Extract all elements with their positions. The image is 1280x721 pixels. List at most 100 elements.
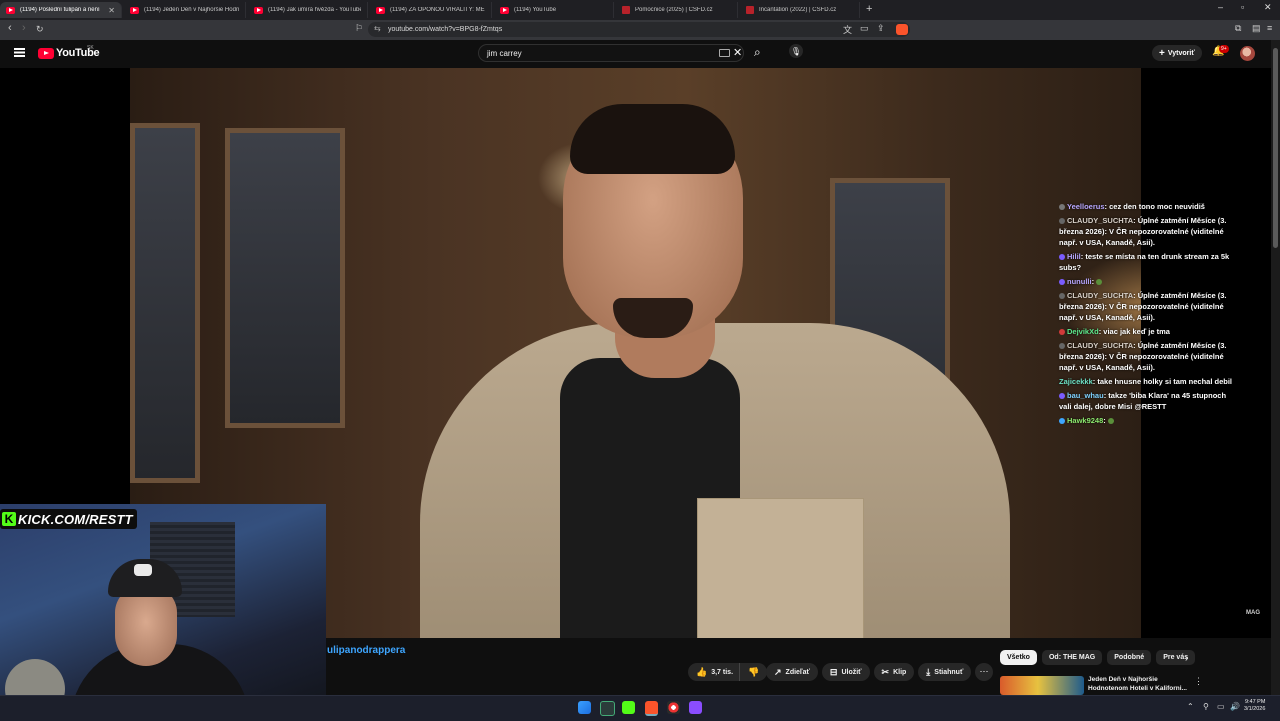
like-button[interactable]: 👍 3,7 tis. bbox=[688, 663, 740, 681]
download-label: Stiahnuť bbox=[934, 668, 964, 676]
video-title[interactable]: ulipanodrappera bbox=[327, 645, 405, 656]
browser-tab[interactable]: (1194) YouTube bbox=[494, 2, 614, 18]
chat-username: CLAUDY_SUCHTA bbox=[1067, 291, 1134, 300]
microphone-icon[interactable]: 🎙 bbox=[789, 44, 803, 58]
chat-username: Hilil bbox=[1067, 252, 1081, 261]
chat-message: Hawk9248: bbox=[1059, 415, 1239, 426]
browser-tab[interactable]: Incantation (2022) | ČSFD.cz bbox=[740, 2, 860, 18]
reader-icon[interactable]: ▭ bbox=[860, 23, 869, 34]
chat-message: nunulli: bbox=[1059, 276, 1239, 287]
chat-message: DejvikXd: viac jak keď je tma bbox=[1059, 326, 1239, 337]
reload-icon[interactable]: ↻ bbox=[36, 24, 44, 35]
csfd-icon bbox=[622, 6, 630, 14]
back-icon[interactable]: ‹ bbox=[8, 22, 12, 34]
close-window-icon[interactable]: ✕ bbox=[1264, 2, 1272, 13]
clock-time: 9:47 PM bbox=[1244, 699, 1266, 705]
new-tab-icon[interactable]: + bbox=[866, 3, 872, 15]
search-icon[interactable]: ⌕ bbox=[754, 45, 761, 60]
youtube-logo-icon[interactable] bbox=[38, 48, 54, 59]
thumbs-up-icon: 👍 bbox=[696, 666, 708, 677]
chat-username: nunulli bbox=[1067, 277, 1092, 286]
page-scrollbar-thumb[interactable] bbox=[1273, 48, 1278, 248]
tab-label: (1194) YouTube bbox=[514, 7, 557, 13]
like-dislike-group: 👍 3,7 tis. 👎 bbox=[688, 663, 768, 681]
menu-icon[interactable] bbox=[14, 48, 25, 57]
chat-message: CLAUDY_SUCHTA: Úplné zatmění Měsíce (3. … bbox=[1059, 340, 1239, 373]
notification-count-badge: 9+ bbox=[1219, 45, 1229, 53]
monitor-icon[interactable]: ▭ bbox=[1217, 702, 1225, 711]
browser-tab[interactable]: (1194) ZA OPONOU VIRALITY: MEL bbox=[370, 2, 492, 18]
volume-icon[interactable]: 🔊 bbox=[1230, 702, 1240, 711]
chat-badge-icon bbox=[1059, 329, 1065, 336]
share-button[interactable]: ↗ Zdieľať bbox=[766, 663, 818, 681]
create-button[interactable]: + Vytvoriť bbox=[1152, 45, 1202, 61]
filter-chip[interactable]: Všetko bbox=[1000, 650, 1037, 665]
xbox-icon[interactable] bbox=[600, 701, 615, 716]
keyboard-icon[interactable] bbox=[719, 49, 730, 57]
site-info-icon[interactable]: ⇆ bbox=[374, 24, 381, 33]
address-bar[interactable]: ⇆ youtube.com/watch?v=BPG8-fZmtqs bbox=[368, 22, 910, 37]
clip-label: Klip bbox=[893, 668, 907, 676]
more-actions-icon[interactable]: ⋯ bbox=[975, 663, 993, 681]
minimize-icon[interactable]: – bbox=[1218, 2, 1223, 12]
brave-browser-icon[interactable] bbox=[645, 701, 658, 716]
windows-taskbar bbox=[0, 695, 1280, 721]
wallet-icon[interactable]: ▤ bbox=[1252, 23, 1261, 34]
forward-icon[interactable]: › bbox=[22, 22, 26, 34]
bookmark-icon[interactable]: ⚐ bbox=[355, 23, 363, 34]
download-icon: ⤓ bbox=[926, 666, 931, 677]
scissors-icon: ✂ bbox=[881, 666, 890, 677]
youtube-icon bbox=[130, 6, 139, 14]
browser-tab[interactable]: (1194) Poslední tulipán a není ✕ bbox=[0, 2, 122, 18]
twitch-icon[interactable] bbox=[689, 701, 702, 714]
translate-icon[interactable]: 文 bbox=[843, 23, 852, 36]
webcam-overlay bbox=[0, 504, 326, 720]
recommendation-menu-icon[interactable]: ⋮ bbox=[1194, 676, 1203, 687]
filter-chip[interactable]: Od: THE MAG bbox=[1041, 650, 1103, 665]
close-tab-icon[interactable]: ✕ bbox=[108, 6, 115, 15]
recommendation-title[interactable]: Jeden Deň v Najhoršie Hodnotenom Hoteli … bbox=[1088, 675, 1188, 693]
clear-search-icon[interactable]: ✕ bbox=[733, 46, 742, 59]
browser-menu-icon[interactable]: ≡ bbox=[1267, 23, 1272, 33]
chat-message: Yeelloerus: cez den tono moc neuvidiš bbox=[1059, 201, 1239, 212]
obs-icon[interactable] bbox=[667, 701, 680, 714]
share-icon: ↗ bbox=[774, 666, 782, 677]
dislike-button[interactable]: 👎 bbox=[739, 663, 768, 681]
taskbar-clock[interactable]: 9:47 PM 3/1/2026 bbox=[1244, 699, 1265, 713]
brave-shield-icon[interactable] bbox=[896, 24, 908, 35]
share-page-icon[interactable]: ⇪ bbox=[877, 23, 885, 34]
save-button[interactable]: ⊟ Uložiť bbox=[821, 663, 870, 681]
chat-emote-icon bbox=[1107, 418, 1114, 425]
tab-label: Incantation (2022) | ČSFD.cz bbox=[759, 7, 837, 13]
chat-username: Zajicekkk bbox=[1059, 377, 1093, 386]
create-label: Vytvoriť bbox=[1167, 49, 1195, 57]
filter-chip[interactable]: Pre vás bbox=[1156, 650, 1196, 665]
windows-start-icon[interactable] bbox=[578, 701, 591, 714]
maximize-icon[interactable]: ▫ bbox=[1241, 2, 1244, 12]
clip-button[interactable]: ✂ Klip bbox=[873, 663, 915, 681]
tab-label: (1194) Jeden Deň v Najhoršie Hodno bbox=[144, 7, 239, 13]
tab-label: (1194) ZA OPONOU VIRALITY: MEL bbox=[390, 7, 485, 13]
filter-chip[interactable]: Podobné bbox=[1107, 650, 1152, 665]
kick-app-icon[interactable] bbox=[622, 701, 635, 714]
chat-message: Hilil: teste se místa na ten drunk strea… bbox=[1059, 251, 1239, 273]
share-label: Zdieľať bbox=[785, 668, 810, 676]
search-value: jim carrey bbox=[487, 48, 522, 58]
chat-text: cez den tono moc neuvidiš bbox=[1109, 202, 1205, 211]
search-input[interactable]: jim carrey bbox=[478, 44, 744, 62]
chat-badge-icon bbox=[1059, 393, 1065, 400]
chat-badge-icon bbox=[1059, 218, 1065, 225]
recommendation-thumbnail[interactable] bbox=[1000, 676, 1084, 695]
browser-tab[interactable]: Pomocnice (2025) | ČSFD.cz bbox=[616, 2, 738, 18]
tray-chevron-icon[interactable]: ⌃ bbox=[1187, 702, 1194, 711]
thumbs-down-icon: 👎 bbox=[748, 666, 760, 677]
extensions-icon[interactable]: ⧉ bbox=[1235, 23, 1241, 34]
chevron-right-icon[interactable]: › bbox=[1185, 653, 1188, 664]
usb-icon[interactable]: ⚲ bbox=[1203, 702, 1209, 711]
chat-username: Hawk9248 bbox=[1067, 416, 1104, 425]
browser-tab[interactable]: (1194) Jak umírá hvězda - YouTube bbox=[248, 2, 368, 18]
kick-logo-icon: K bbox=[2, 512, 16, 526]
download-button[interactable]: ⤓ Stiahnuť bbox=[918, 663, 972, 681]
browser-tab[interactable]: (1194) Jeden Deň v Najhoršie Hodno bbox=[124, 2, 246, 18]
account-avatar[interactable] bbox=[1240, 46, 1255, 61]
